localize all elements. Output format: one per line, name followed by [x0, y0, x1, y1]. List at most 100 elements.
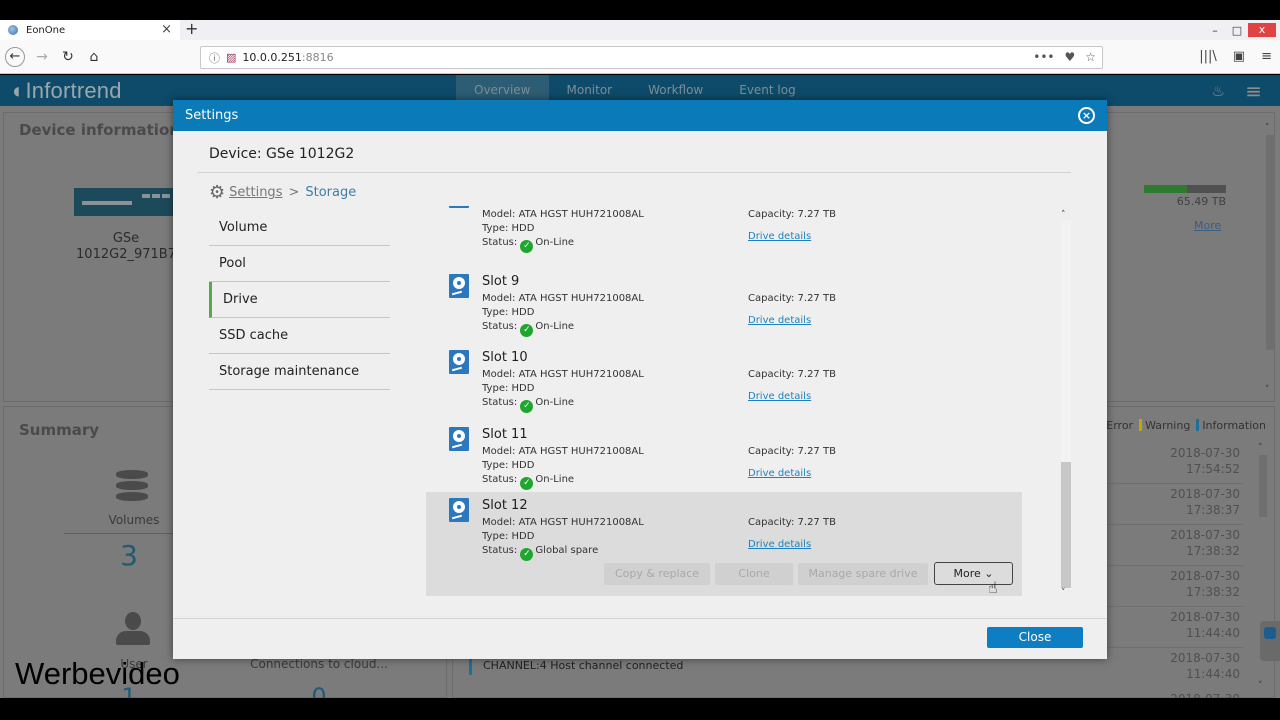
slot-name: Slot 9 — [482, 274, 520, 289]
device-name: GSe 1012G2_971B7 — [66, 231, 186, 263]
device-panel-scrollbar[interactable]: ˄ ˅ — [1265, 123, 1275, 398]
minimize-button[interactable]: – — [1204, 24, 1226, 37]
drive-row[interactable]: Slot 11 Model: ATA HGST HUH721008AL Type: … — [426, 421, 1022, 495]
hard-drive-icon — [449, 427, 469, 451]
manage-spare-drive-button[interactable]: Manage spare drive — [798, 563, 928, 585]
bookmark-star-icon[interactable]: ☆ — [1085, 50, 1096, 64]
scrollbar-thumb[interactable] — [1061, 462, 1071, 588]
device-name-line1: GSe — [112, 231, 140, 246]
copy-replace-button[interactable]: Copy & replace — [604, 563, 710, 585]
status-label: Status: — [482, 545, 518, 556]
pocket-icon[interactable]: ♥ — [1064, 50, 1075, 64]
drive-status: Status: ✓ Global spare — [482, 545, 598, 561]
page-actions-icon[interactable]: ••• — [1033, 50, 1054, 64]
event-legend: Error Warning Information — [1100, 419, 1266, 432]
drive-list: Model: ATA HGST HUH721008AL Type: HDD Stat… — [426, 206, 1022, 598]
status-ok-icon: ✓ — [520, 477, 534, 490]
more-dropdown-button[interactable]: More ⌄ — [934, 562, 1013, 585]
scroll-up-icon[interactable]: ˄ — [1061, 210, 1066, 220]
scroll-down-icon[interactable]: ˅ — [1265, 385, 1270, 395]
drive-capacity: Capacity: 7.27 TB — [748, 446, 836, 457]
slot-name: Slot 10 — [482, 350, 528, 365]
scrollbar-thumb[interactable] — [1259, 455, 1267, 517]
event-timestamp: 2018-07-30 17:38:37 — [1170, 487, 1240, 517]
divider — [197, 172, 1071, 173]
drive-row[interactable]: Slot 10 Model: ATA HGST HUH721008AL Type: … — [426, 344, 1022, 418]
side-nav-drive[interactable]: Drive — [209, 282, 390, 318]
device-more-link[interactable]: More — [1194, 219, 1221, 232]
browser-tab-bar: EonOne × + – □ x — [0, 20, 1280, 40]
back-button[interactable]: ← — [5, 47, 25, 67]
drive-type: Type: HDD — [482, 531, 535, 542]
side-nav-storage-maintenance[interactable]: Storage maintenance — [209, 354, 390, 390]
drive-type: Type: HDD — [482, 223, 535, 234]
tab-title: EonOne — [26, 24, 66, 36]
drive-row[interactable]: Slot 9 Model: ATA HGST HUH721008AL Type: H… — [426, 268, 1022, 342]
status-value: Global spare — [535, 545, 599, 556]
gear-icon: ⚙ — [209, 182, 226, 203]
drive-details-link[interactable]: Drive details — [748, 391, 811, 402]
url-bar[interactable]: ⓘ ▨ 10.0.0.251:8816 ••• ♥ ☆ — [200, 46, 1103, 69]
breadcrumb-settings-link[interactable]: Settings — [229, 185, 282, 200]
status-ok-icon: ✓ — [520, 240, 534, 253]
summary-title: Summary — [19, 421, 100, 439]
scroll-down-icon[interactable]: ˅ — [1258, 681, 1263, 691]
breadcrumb-separator: > — [288, 185, 300, 200]
drive-list-scrollbar[interactable]: ˄ ˅ — [1059, 210, 1071, 600]
drive-details-link[interactable]: Drive details — [748, 468, 811, 479]
divider — [64, 533, 184, 534]
close-button[interactable]: Close — [987, 627, 1083, 648]
status-value: On-Line — [535, 474, 575, 485]
drive-details-link[interactable]: Drive details — [748, 315, 811, 326]
window-close-button[interactable]: x — [1248, 23, 1276, 37]
side-nav-pool[interactable]: Pool — [209, 246, 390, 282]
reload-button[interactable]: ↻ — [58, 47, 78, 67]
forward-button[interactable]: → — [32, 47, 52, 67]
side-nav-volume[interactable]: Volume — [209, 210, 390, 246]
tab-close-icon[interactable]: × — [161, 22, 172, 37]
teamviewer-icon[interactable] — [1260, 621, 1280, 661]
drive-model: Model: ATA HGST HUH721008AL — [482, 446, 644, 457]
slot-name: Slot 11 — [482, 427, 528, 442]
drive-details-link[interactable]: Drive details — [748, 539, 811, 550]
breadcrumb-current: Storage — [305, 185, 357, 200]
volumes-count[interactable]: 3 — [94, 539, 164, 572]
status-label: Status: — [482, 397, 518, 408]
capacity-total: 65.49 TB — [1176, 195, 1226, 208]
legend-information[interactable]: Information — [1196, 419, 1266, 432]
browser-menu-icon[interactable]: ≡ — [1261, 49, 1272, 64]
home-button[interactable]: ⌂ — [84, 47, 104, 67]
cloud-connections-label: Connections to cloud... — [250, 657, 388, 671]
event-message[interactable]: CHANNEL:4 Host channel connected — [468, 657, 683, 675]
drive-row[interactable]: Model: ATA HGST HUH721008AL Type: HDD Stat… — [426, 206, 1022, 266]
drive-details-link[interactable]: Drive details — [748, 231, 811, 242]
event-timestamp: 2018-07-30 17:38:32 — [1170, 528, 1240, 558]
drive-capacity: Capacity: 7.27 TB — [748, 209, 836, 220]
new-tab-button[interactable]: + — [185, 20, 198, 38]
restore-button[interactable]: □ — [1226, 24, 1248, 37]
drive-row[interactable]: Slot 12 Model: ATA HGST HUH721008AL Type: … — [426, 492, 1022, 596]
event-timestamp: 2018-07-30 17:54:52 — [1170, 446, 1240, 476]
database-icon — [116, 470, 148, 504]
sidebar-icon[interactable]: ▣ — [1233, 49, 1245, 64]
scrollbar-thumb[interactable] — [1266, 135, 1274, 350]
hamburger-menu-icon[interactable]: ≡ — [1245, 79, 1262, 103]
clone-button[interactable]: Clone — [715, 563, 793, 585]
scroll-up-icon[interactable]: ˄ — [1258, 443, 1263, 453]
library-icon[interactable]: |||\ — [1199, 49, 1217, 64]
url-actions: ••• ♥ ☆ — [1033, 50, 1096, 64]
legend-warning[interactable]: Warning — [1139, 419, 1190, 432]
info-icon[interactable]: ⓘ — [209, 50, 220, 66]
status-label: Status: — [482, 474, 518, 485]
status-value: On-Line — [535, 321, 575, 332]
side-nav-ssd-cache[interactable]: SSD cache — [209, 318, 390, 354]
scroll-down-icon[interactable]: ˅ — [1061, 588, 1066, 598]
modal-title: Settings — [185, 108, 239, 123]
drive-status: Status: ✓ On-Line — [482, 397, 574, 413]
browser-tab[interactable]: EonOne × — [0, 20, 180, 40]
modal-close-icon[interactable]: × — [1078, 107, 1095, 124]
insecure-connection-icon: ▨ — [226, 51, 237, 64]
scroll-up-icon[interactable]: ˄ — [1265, 123, 1270, 133]
notification-bell-icon[interactable]: ♨ — [1212, 82, 1225, 100]
screen-bottom-bar — [0, 698, 1280, 720]
